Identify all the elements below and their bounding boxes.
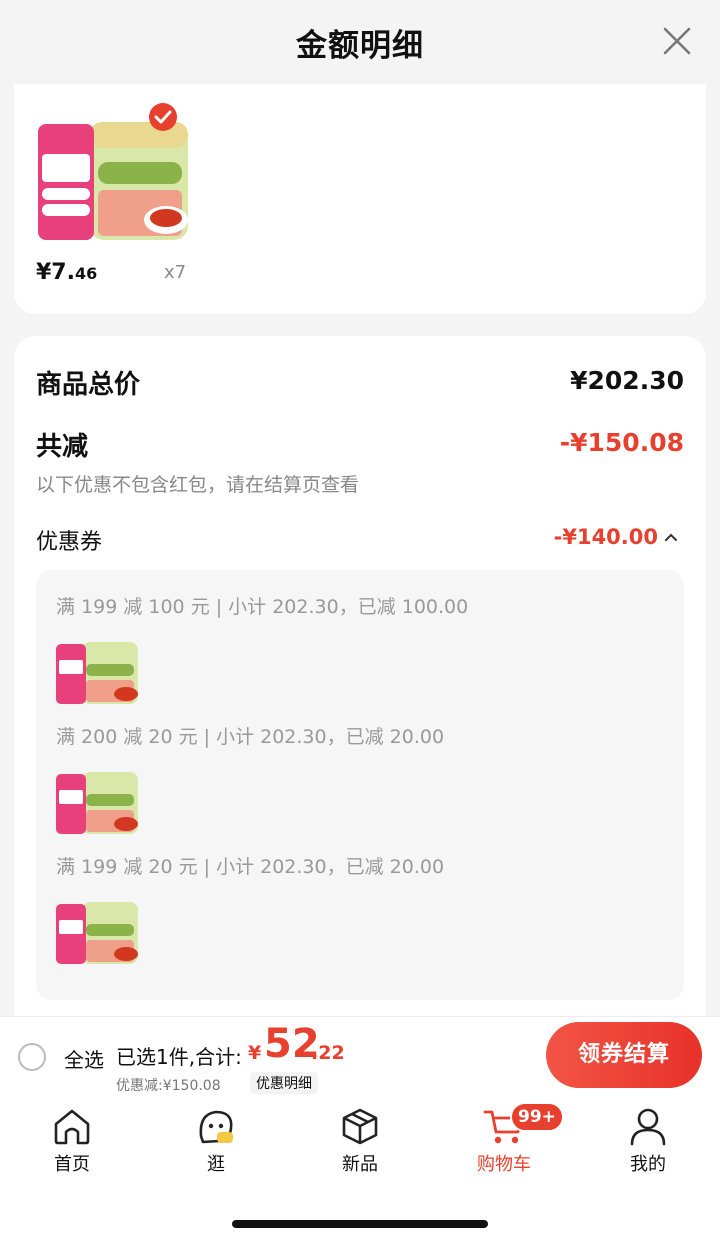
coupon-value[interactable]: -¥140.00 (554, 525, 658, 549)
coupon-product-thumbnail (56, 772, 138, 834)
sheet-header: 金额明细 (0, 0, 720, 82)
tab-explore[interactable]: 逛 (166, 1106, 266, 1186)
person-icon (630, 1108, 666, 1146)
product-price-dec: 46 (74, 264, 98, 283)
tab-label: 首页 (54, 1154, 90, 1175)
sheet-title: 金额明细 (296, 28, 424, 64)
selected-check-icon (149, 103, 177, 131)
amount-detail-sheet: 金额明细 ¥7.46 x7 商品总价 ¥202.30 共减 -¥150.08 以… (0, 0, 720, 1243)
checkout-bar: 全选 已选1件,合计: ¥ 52 .22 优惠减:¥150.08 优惠明细 领券… (0, 1016, 720, 1096)
product-price: ¥7.46 (36, 260, 97, 285)
home-indicator (232, 1220, 488, 1228)
coupon-product-thumbnail (56, 642, 138, 704)
coupon-label: 优惠券 (36, 530, 103, 555)
box-icon (342, 1108, 378, 1145)
select-all-label[interactable]: 全选 (64, 1044, 104, 1073)
coupon-line: 满 199 减 100 元 | 小计 202.30，已减 100.00 (56, 596, 469, 618)
tab-label: 我的 (630, 1154, 666, 1175)
explore-icon (199, 1110, 233, 1144)
coupon-details: 满 199 减 100 元 | 小计 202.30，已减 100.00 满 20… (36, 570, 684, 1000)
summary-card: 商品总价 ¥202.30 共减 -¥150.08 以下优惠不包含红包，请在结算页… (14, 336, 706, 1036)
tab-label: 购物车 (477, 1154, 531, 1175)
tab-home[interactable]: 首页 (22, 1106, 122, 1186)
reduce-value: -¥150.08 (559, 428, 684, 457)
total-value: ¥202.30 (570, 366, 684, 395)
discount-note: 以下优惠不包含红包，请在结算页查看 (36, 474, 360, 496)
total-currency: ¥ (248, 1042, 262, 1064)
total-label: 商品总价 (36, 370, 141, 400)
close-icon[interactable] (660, 24, 694, 58)
cart-count-badge: 99+ (510, 1102, 564, 1132)
home-icon (54, 1109, 90, 1145)
coupon-line: 满 200 减 20 元 | 小计 202.30，已减 20.00 (56, 726, 445, 748)
select-all-radio[interactable] (18, 1043, 46, 1071)
selected-count-text: 已选1件,合计: (116, 1045, 242, 1069)
total-amount-dec: .22 (311, 1042, 345, 1064)
tab-label: 新品 (342, 1154, 378, 1175)
checkout-button[interactable]: 领券结算 (546, 1022, 702, 1088)
product-card: ¥7.46 x7 (14, 84, 706, 314)
reduce-label: 共减 (36, 432, 89, 462)
coupon-line: 满 199 减 20 元 | 小计 202.30，已减 20.00 (56, 856, 445, 878)
chevron-up-icon[interactable] (664, 532, 678, 542)
product-quantity: x7 (164, 262, 187, 283)
coupon-product-thumbnail (56, 902, 138, 964)
product-price-int: ¥7. (36, 260, 75, 285)
discount-amount: 优惠减:¥150.08 (116, 1078, 221, 1094)
discount-detail-chip[interactable]: 优惠明细 (250, 1072, 318, 1094)
tab-me[interactable]: 我的 (598, 1106, 698, 1186)
tab-new[interactable]: 新品 (310, 1106, 410, 1186)
tab-label: 逛 (207, 1154, 225, 1175)
